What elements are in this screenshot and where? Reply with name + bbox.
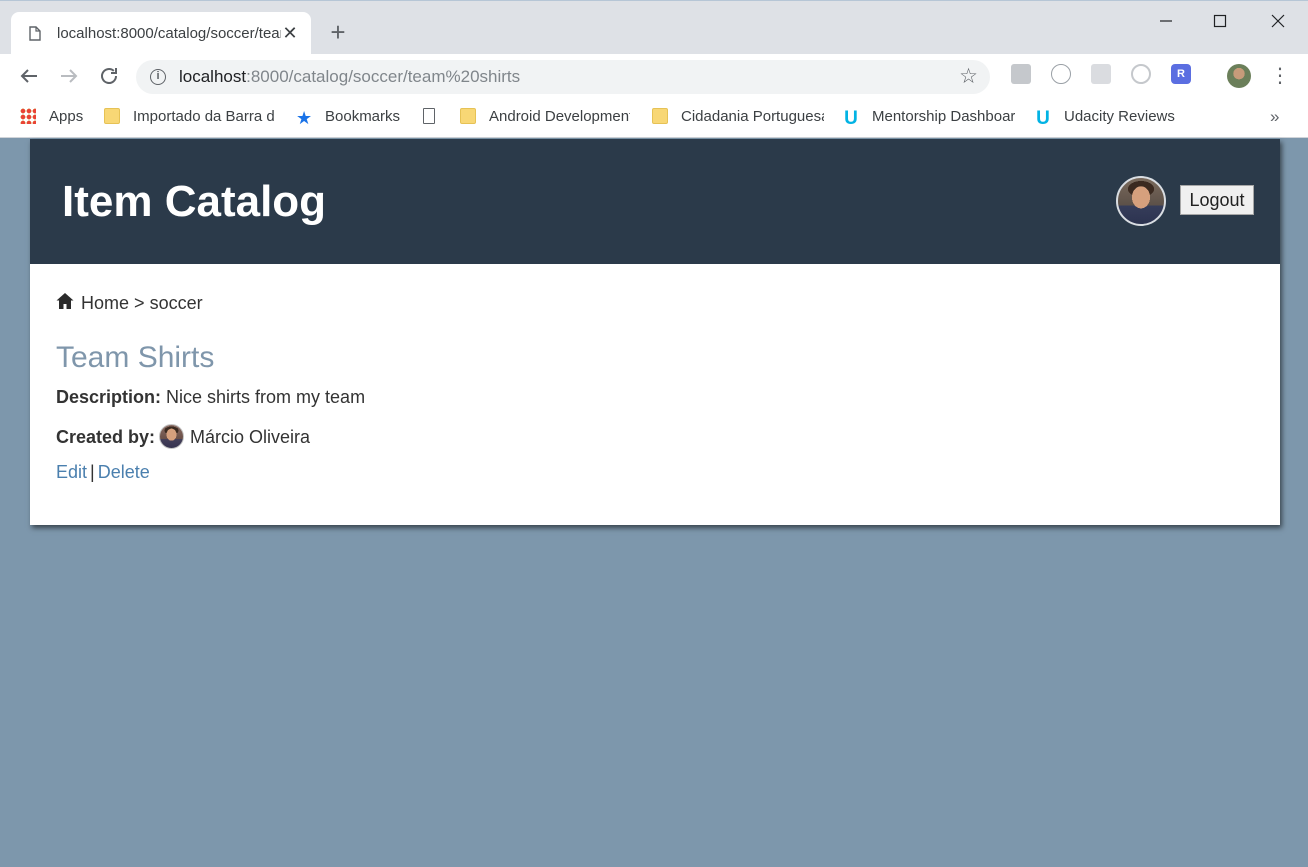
- bookmark-apps[interactable]: Apps: [20, 107, 90, 127]
- profile-avatar-icon[interactable]: [1227, 64, 1251, 88]
- catalog-card: Item Catalog Logout Home > soccer Team S…: [30, 139, 1280, 525]
- bookmark-star-icon[interactable]: ☆: [959, 65, 978, 89]
- site-info-icon[interactable]: i: [150, 69, 166, 85]
- udacity-icon: U: [1036, 108, 1050, 127]
- apps-grid-icon: [20, 108, 36, 124]
- bookmark-udacity-reviews[interactable]: U Udacity Reviews: [1035, 107, 1185, 127]
- action-divider: |: [90, 462, 95, 482]
- bookmark-android[interactable]: Android Development: [460, 107, 630, 127]
- folder-icon: [652, 108, 668, 124]
- site-title[interactable]: Item Catalog: [62, 177, 326, 227]
- tab-strip: localhost:8000/catalog/soccer/team%20shi…: [0, 0, 1308, 55]
- item-creator: Created by: Márcio Oliveira: [56, 424, 310, 449]
- bookmark-mentorship[interactable]: U Mentorship Dashboard: [843, 107, 1015, 127]
- item-detail: Home > soccer Team Shirts Description: N…: [30, 264, 1280, 525]
- minimize-icon[interactable]: [1146, 9, 1186, 33]
- forward-arrow-icon[interactable]: [57, 64, 81, 88]
- page-icon: [29, 26, 41, 41]
- item-description: Description: Nice shirts from my team: [56, 387, 365, 408]
- folder-icon: [104, 108, 120, 124]
- bookmark-bookmarks[interactable]: ★ Bookmarks: [296, 107, 406, 127]
- created-by-label: Created by:: [56, 427, 156, 447]
- tab-close-icon[interactable]: ✕: [281, 24, 299, 42]
- udacity-icon: U: [844, 108, 858, 127]
- description-text: Nice shirts from my team: [166, 387, 366, 407]
- description-label: Description:: [56, 387, 162, 407]
- address-bar[interactable]: i localhost:8000/catalog/soccer/team%20s…: [136, 60, 990, 94]
- bookmarks-bar: Apps Importado da Barra de Favoritos ★Bo…: [0, 98, 1308, 138]
- extension-gear-icon[interactable]: [1091, 64, 1111, 84]
- creator-name: Márcio Oliveira: [190, 427, 311, 447]
- home-icon[interactable]: [56, 292, 74, 310]
- browser-tab[interactable]: localhost:8000/catalog/soccer/team%20shi…: [11, 12, 311, 55]
- star-icon: ★: [296, 108, 313, 127]
- bookmark-cidadania[interactable]: Cidadania Portuguesa: [652, 107, 824, 127]
- extension-target-icon[interactable]: [1131, 64, 1151, 84]
- browser-chrome: localhost:8000/catalog/soccer/team%20shi…: [0, 0, 1308, 138]
- breadcrumb-separator: >: [134, 293, 145, 313]
- extension-evernote-icon[interactable]: [1011, 64, 1031, 84]
- user-avatar: [1116, 176, 1166, 226]
- extension-json-icon[interactable]: [1051, 64, 1071, 84]
- bookmark-importado[interactable]: Importado da Barra de Favoritos: [104, 107, 274, 127]
- bookmarks-overflow-icon[interactable]: »: [1270, 107, 1279, 127]
- browser-toolbar: i localhost:8000/catalog/soccer/team%20s…: [0, 54, 1308, 98]
- item-title: Team Shirts: [56, 341, 215, 374]
- maximize-icon[interactable]: [1200, 9, 1240, 33]
- breadcrumb: Home > soccer: [56, 292, 203, 314]
- site-header: Item Catalog Logout: [30, 139, 1280, 264]
- new-tab-button[interactable]: +: [326, 19, 350, 45]
- window-close-icon[interactable]: [1258, 9, 1298, 33]
- extension-r-icon[interactable]: R: [1171, 64, 1191, 84]
- tab-title: localhost:8000/catalog/soccer/team%20shi…: [57, 25, 281, 42]
- url-text[interactable]: localhost:8000/catalog/soccer/team%20shi…: [179, 67, 520, 87]
- browser-menu-icon[interactable]: ⋮: [1270, 64, 1290, 88]
- reload-icon[interactable]: [97, 64, 121, 88]
- breadcrumb-home-link[interactable]: Home: [81, 293, 129, 313]
- creator-avatar: [159, 424, 185, 449]
- back-arrow-icon[interactable]: [17, 64, 41, 88]
- bookmark-page[interactable]: [423, 107, 441, 127]
- folder-icon: [460, 108, 476, 124]
- breadcrumb-category-link[interactable]: soccer: [150, 293, 203, 313]
- document-icon: [423, 108, 435, 124]
- logout-button[interactable]: Logout: [1180, 185, 1254, 215]
- delete-link[interactable]: Delete: [98, 462, 150, 482]
- item-actions: Edit | Delete: [56, 462, 150, 483]
- edit-link[interactable]: Edit: [56, 462, 87, 482]
